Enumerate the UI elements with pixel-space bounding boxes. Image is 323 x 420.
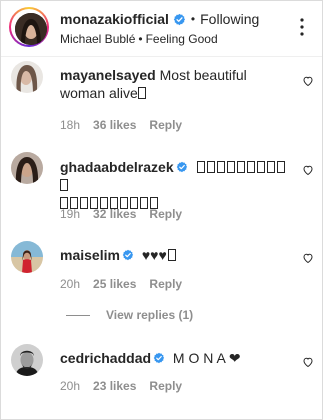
heart-icon[interactable] [302,75,314,87]
emoji-placeholder-icon [137,87,146,99]
comment-body-cont: woman alive [60,85,138,101]
comment-likes[interactable]: 25 likes [93,277,136,291]
view-replies-button[interactable]: View replies (1) [60,308,193,322]
comment-age[interactable]: 19h [60,207,80,221]
heart-icon[interactable] [302,356,314,368]
view-replies-label: View replies (1) [106,308,194,322]
comment-age[interactable]: 18h [60,118,80,132]
reply-button[interactable]: Reply [149,207,182,221]
comment-body: Most beautiful [159,67,247,83]
header-separator: • [190,12,196,26]
comment-body: ♥♥♥ [141,247,167,263]
divider [66,314,90,316]
comment-text: ghadaabdelrazek [60,158,295,212]
comment-age[interactable]: 20h [60,379,80,393]
comment-username[interactable]: mayanelsayed [60,67,156,83]
reply-button[interactable]: Reply [149,379,182,393]
comment-username[interactable]: maiselim [60,247,120,263]
comment-likes[interactable]: 36 likes [93,118,136,132]
comments-panel: monazakiofficial • Following Michael Bub… [0,0,323,420]
reply-button[interactable]: Reply [149,277,182,291]
more-options-icon[interactable] [292,17,312,37]
story-ring[interactable] [9,7,49,47]
verified-badge-icon [173,13,185,25]
comment-meta: 20h 23 likes Reply [60,379,195,393]
header-username[interactable]: monazakiofficial [60,11,169,27]
heart-icon[interactable] [302,164,314,176]
comment-age[interactable]: 20h [60,277,80,291]
comment-likes[interactable]: 32 likes [93,207,136,221]
post-header: monazakiofficial • Following Michael Bub… [1,1,322,57]
avatar[interactable] [15,13,47,45]
avatar[interactable] [11,344,43,376]
avatar[interactable] [11,61,43,93]
music-info[interactable]: Michael Bublé • Feeling Good [60,32,218,46]
comment-likes[interactable]: 23 likes [93,379,136,393]
verified-badge-icon [176,161,187,173]
verified-badge-icon [153,352,165,364]
emoji-placeholder-icon [167,249,176,261]
comment-body: M O N A ❤ [172,350,241,366]
comment-meta: 18h 36 likes Reply [60,118,195,132]
music-separator: • [138,32,143,46]
comment-text: maiselim ♥♥♥ [60,246,295,264]
comment-username[interactable]: ghadaabdelrazek [60,159,174,175]
music-artist: Michael Bublé [60,32,136,46]
avatar[interactable] [11,241,43,273]
comment-text: cedrichaddad M O N A ❤ [60,349,295,367]
following-button[interactable]: Following [200,11,259,27]
comment-text: mayanelsayed Most beautiful woman alive [60,66,295,102]
avatar[interactable] [11,152,43,184]
comment-username[interactable]: cedrichaddad [60,350,151,366]
music-title: Feeling Good [145,32,218,46]
heart-icon[interactable] [302,252,314,264]
reply-button[interactable]: Reply [149,118,182,132]
verified-badge-icon [122,249,134,261]
comment-meta: 20h 25 likes Reply [60,277,195,291]
comment-meta: 19h 32 likes Reply [60,207,195,221]
